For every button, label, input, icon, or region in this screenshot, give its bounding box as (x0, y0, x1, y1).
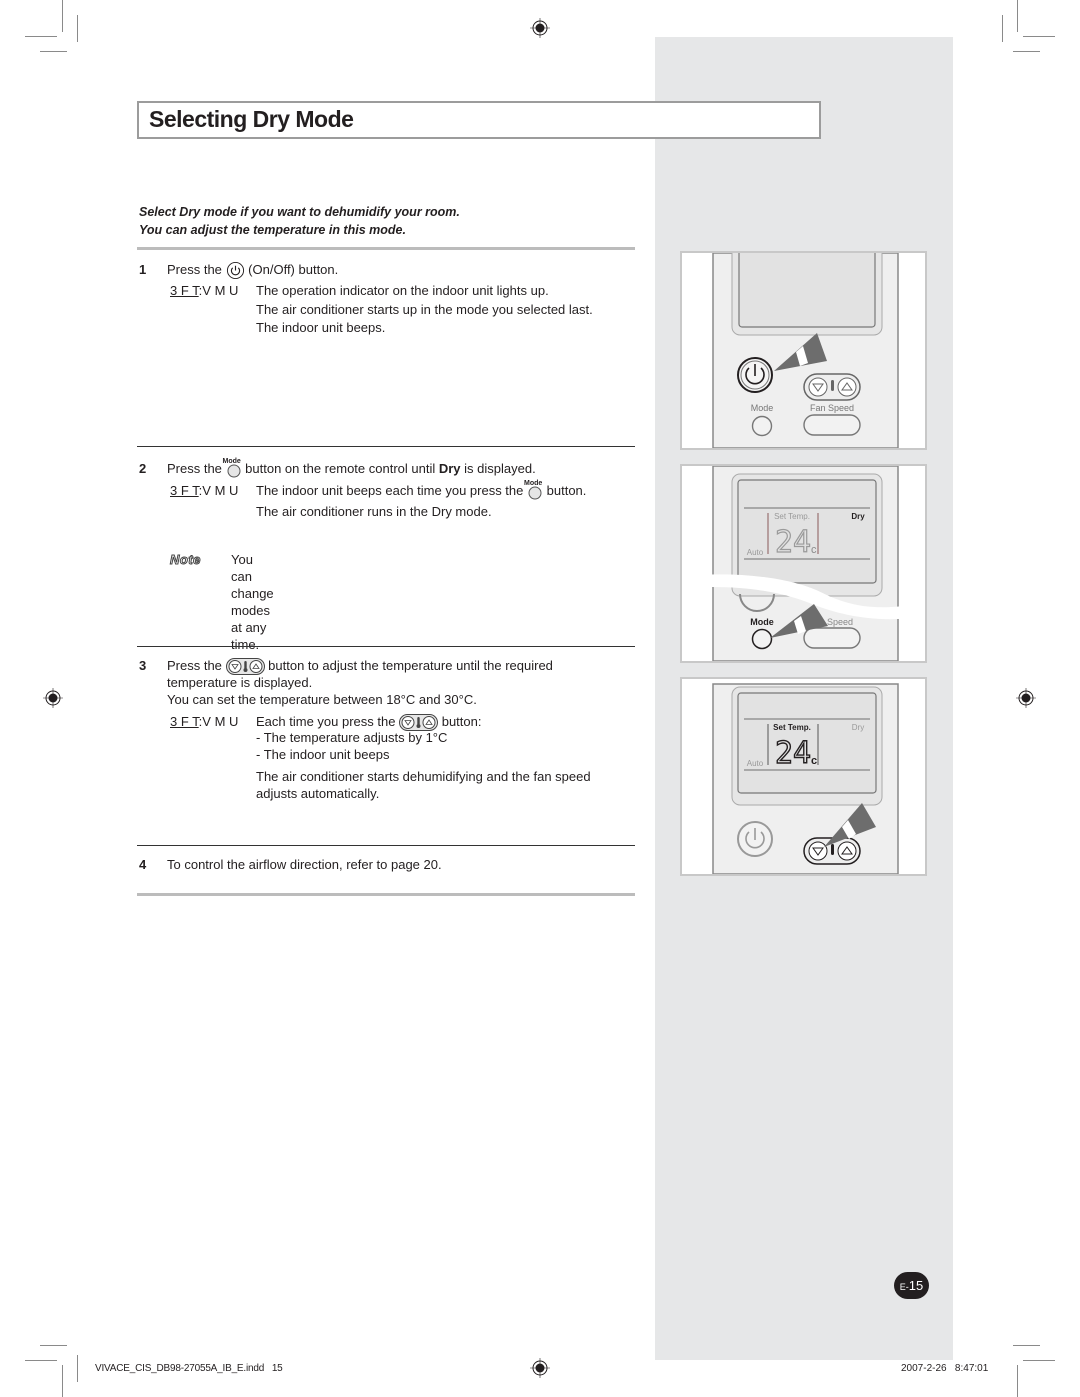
text: Press the (167, 658, 222, 673)
temperature-unit: c (811, 544, 817, 556)
remote-control-drawing: Set Temp. Dry Auto 24 c (712, 683, 899, 874)
intro-text: Select Dry mode if you want to dehumidif… (139, 203, 460, 239)
result-label-b: :V M U (198, 283, 239, 298)
result-label: 3 F T:V M U (170, 713, 238, 730)
mode-button-icon: Mode (223, 458, 242, 478)
crop-mark (40, 1345, 67, 1346)
page-number-badge: E-15 (894, 1272, 929, 1299)
step-number: 2 (139, 461, 147, 476)
set-temp-label: Set Temp. (774, 512, 810, 521)
result-line: The indoor unit beeps. (256, 320, 386, 335)
mode-label: Mode (750, 617, 774, 627)
text: button to adjust the temperature until t… (268, 658, 553, 673)
remote-illustration-power: Mode Fan Speed (680, 251, 927, 450)
result-label: 3 F T:V M U (170, 482, 238, 499)
note-label: Note (170, 552, 201, 568)
step-number: 3 (139, 658, 147, 673)
crop-mark (25, 36, 57, 37)
text: button on the remote control until (245, 461, 436, 476)
footer-file-info: VIVACE_CIS_DB98-27055A_IB_E.indd 15 (95, 1363, 283, 1374)
text: button. (546, 483, 587, 498)
remote-illustration-temperature: Set Temp. Dry Auto 24 c (680, 677, 927, 876)
step-number: 1 (139, 262, 147, 277)
crop-mark (1017, 1365, 1018, 1397)
crop-mark (62, 1365, 63, 1397)
step-instruction: Press the (On/Off) button. (167, 261, 338, 280)
step-instruction: To control the airflow direction, refer … (167, 857, 442, 872)
divider (137, 247, 635, 250)
page-number: 15 (908, 1278, 924, 1293)
step-instruction: Press the button to adjust the temperatu… (167, 657, 553, 676)
page-prefix: E- (899, 1282, 909, 1292)
set-temp-label: Set Temp. (773, 723, 811, 732)
temperature-button-icon (225, 658, 265, 676)
result-line: The air conditioner starts dehumidifying… (256, 769, 591, 784)
temperature-display: 24 (775, 736, 811, 771)
result-label-a: 3 F T (170, 283, 199, 298)
page-title: Selecting Dry Mode (149, 106, 354, 132)
text: The indoor unit beeps each time you pres… (256, 483, 524, 498)
remote-illustration-mode: Set Temp. Dry Auto 24 c Mode Speed (680, 464, 927, 663)
result-bullet: - The temperature adjusts by 1°C (256, 730, 448, 745)
step-instruction-line-2: temperature is displayed. (167, 675, 313, 690)
step-instruction-line-3: You can set the temperature between 18°C… (167, 692, 477, 707)
mode-label: Mode (751, 403, 774, 413)
mode-button-icon: Mode (524, 480, 543, 500)
result-line: The operation indicator on the indoor un… (256, 283, 549, 298)
crop-mark (1023, 1360, 1055, 1361)
footer-timestamp: 2007-2-26 8:47:01 (901, 1363, 989, 1374)
text: Press the (167, 461, 222, 476)
crop-mark (1013, 51, 1040, 52)
temperature-unit: c (811, 755, 817, 767)
text: Press the (167, 262, 222, 277)
result-label-a: 3 F T (170, 714, 199, 729)
result-label: 3 F T:V M U (170, 282, 238, 299)
text: Each time you press the (256, 714, 396, 729)
remote-control-drawing: Mode Fan Speed (712, 253, 899, 448)
dry-mode-indicator: Dry (852, 723, 864, 732)
crop-mark (1023, 36, 1055, 37)
divider (137, 845, 635, 846)
remote-control-drawing: Set Temp. Dry Auto 24 c Mode Speed (682, 466, 925, 661)
result-line: The air conditioner runs in the Dry mode… (256, 504, 492, 519)
registration-mark-icon (1016, 688, 1036, 708)
temperature-display: 24 (775, 525, 811, 560)
power-icon (226, 262, 244, 280)
text: (On/Off) button. (248, 262, 339, 277)
registration-mark-icon (530, 18, 550, 38)
auto-indicator: Auto (747, 759, 764, 768)
crop-mark (25, 1360, 57, 1361)
intro-line-1: Select Dry mode if you want to dehumidif… (139, 205, 460, 219)
crop-mark (62, 0, 63, 32)
dry-mode-indicator: Dry (851, 512, 865, 521)
crop-mark (77, 1355, 78, 1382)
result-label-b: :V M U (198, 483, 239, 498)
divider (137, 893, 635, 896)
result-line: The air conditioner starts up in the mod… (256, 302, 593, 317)
registration-mark-icon (43, 688, 63, 708)
crop-mark (40, 51, 67, 52)
result-line: The indoor unit beeps each time you pres… (256, 480, 587, 500)
result-line: adjusts automatically. (256, 786, 380, 801)
intro-line-2: You can adjust the temperature in this m… (139, 223, 406, 237)
result-label-a: 3 F T (170, 483, 199, 498)
section-title-box: Selecting Dry Mode (137, 101, 821, 139)
divider (137, 646, 635, 647)
result-label-b: :V M U (198, 714, 239, 729)
crop-mark (77, 15, 78, 42)
registration-mark-icon (530, 1358, 550, 1378)
step-number: 4 (139, 857, 147, 872)
text: button: (441, 714, 482, 729)
divider (137, 446, 635, 447)
fan-speed-label: Fan Speed (810, 403, 854, 413)
fan-speed-label: Speed (827, 617, 853, 627)
auto-indicator: Auto (747, 548, 764, 557)
crop-mark (1002, 15, 1003, 42)
crop-mark (1017, 0, 1018, 32)
text-bold: Dry (438, 461, 461, 476)
crop-mark (1013, 1345, 1040, 1346)
step-instruction: Press the Mode button on the remote cont… (167, 458, 536, 478)
note-text: You can change modes at any time. (231, 552, 274, 652)
result-bullet: - The indoor unit beeps (256, 747, 390, 762)
